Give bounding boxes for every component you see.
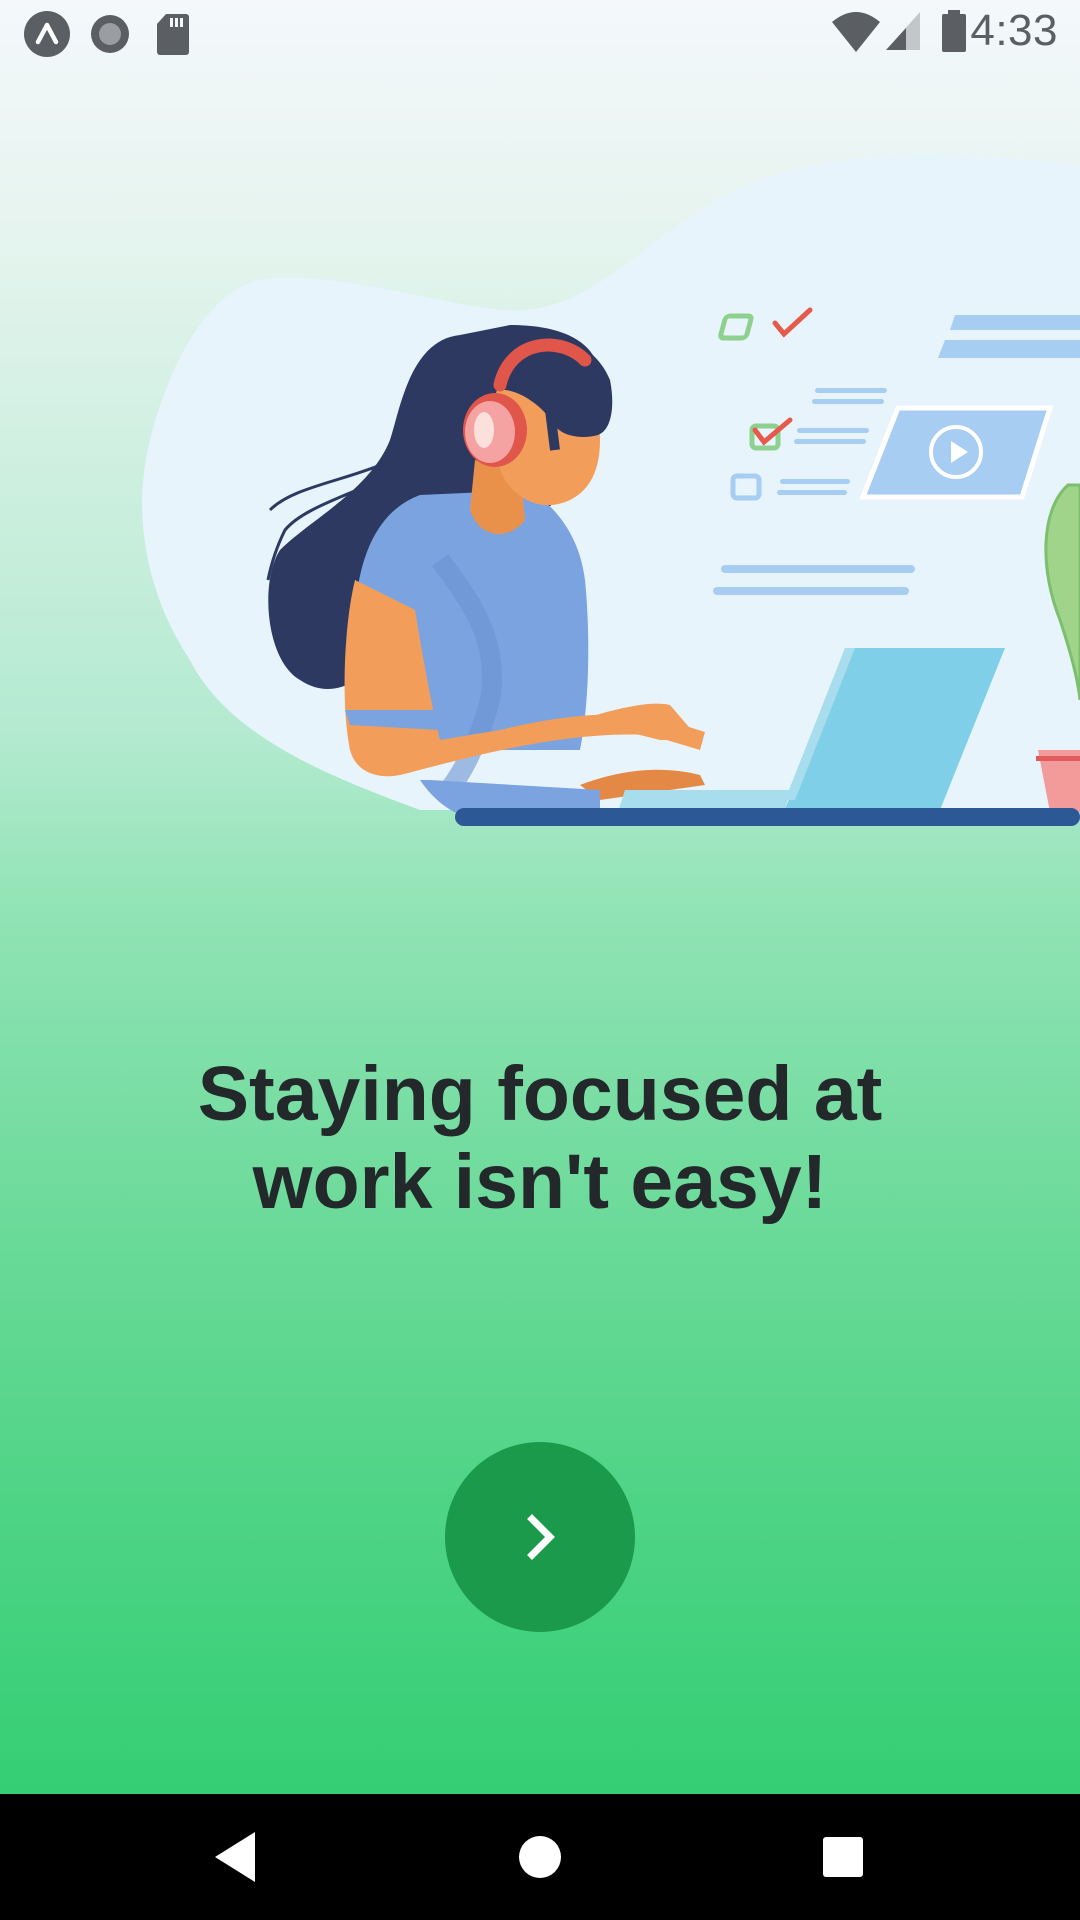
home-icon[interactable] bbox=[505, 1822, 575, 1892]
status-bar: 4:33 bbox=[0, 0, 1080, 64]
onboarding-screen: 4:33 Staying focused at work isn't easy! bbox=[0, 0, 1080, 1920]
navigation-bar bbox=[0, 1794, 1080, 1920]
chevron-right-icon bbox=[527, 1514, 555, 1560]
desk-edge bbox=[455, 808, 1080, 826]
recents-icon[interactable] bbox=[808, 1822, 878, 1892]
video-card-icon bbox=[859, 405, 1054, 500]
headline-line-1: Staying focused at bbox=[197, 1051, 883, 1137]
app-launcher-icon bbox=[24, 11, 70, 57]
hero-illustration bbox=[142, 153, 1080, 826]
sd-card-icon bbox=[157, 14, 189, 55]
next-button[interactable] bbox=[445, 1442, 635, 1632]
status-time: 4:33 bbox=[970, 6, 1058, 55]
battery-icon bbox=[942, 10, 966, 52]
headline-line-2: work isn't easy! bbox=[252, 1139, 828, 1225]
wifi-icon bbox=[832, 12, 880, 52]
record-icon bbox=[91, 15, 129, 53]
back-icon[interactable] bbox=[200, 1822, 270, 1892]
onboarding-headline: Staying focused at work isn't easy! bbox=[140, 1050, 940, 1226]
cell-signal-icon bbox=[886, 12, 920, 50]
